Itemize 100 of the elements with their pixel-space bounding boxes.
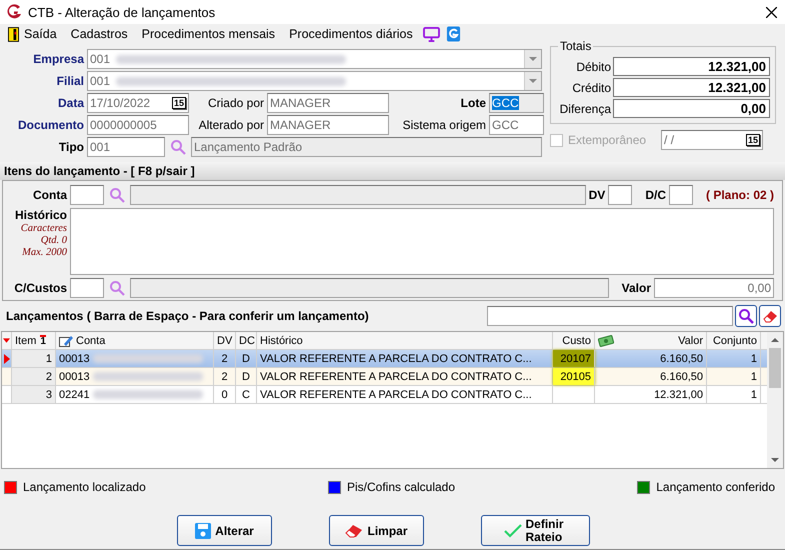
menu-item[interactable]: Procedimentos mensais (138, 27, 280, 41)
menu-item[interactable]: Procedimentos diários (285, 27, 417, 41)
input-field[interactable]: MANAGER (267, 93, 389, 113)
action-button[interactable]: Definir Rateio (481, 515, 590, 546)
table-cell: 6.160,50 (595, 368, 707, 385)
field-label: Data (56, 96, 84, 110)
value-field[interactable]: 0,00 (654, 278, 774, 298)
eraser-icon (762, 308, 778, 324)
input-field[interactable] (668, 185, 693, 205)
dropdown-arrow-icon (529, 79, 537, 83)
door-icon (8, 26, 19, 42)
field-label: Alterado por (198, 118, 264, 132)
table-cell: 02241 (59, 388, 90, 400)
field-label: C/Custos (13, 281, 67, 295)
char-count-text: Caracteres (20, 223, 67, 234)
field-label: Filial (56, 74, 84, 88)
table-cell: 1 (707, 368, 761, 385)
scroll-down-arrow-icon[interactable] (771, 458, 779, 462)
legend-label: Lançamento conferido (656, 480, 775, 494)
field-label: Lote (460, 96, 486, 110)
field-label: Débito (575, 60, 611, 74)
table-cell: 2 (12, 368, 56, 385)
app-logo-icon (6, 4, 22, 20)
char-count-text: Max. 2000 (22, 247, 67, 258)
field-label: Criado por (206, 96, 264, 110)
field-label: Tipo (58, 140, 84, 154)
input-field[interactable]: Lançamento Padrão (191, 137, 542, 157)
field-label: Histórico (14, 208, 67, 222)
field-label: Sistema origem (402, 118, 486, 132)
table-cell: 6.160,50 (595, 350, 707, 367)
input-field[interactable] (608, 185, 632, 205)
eraser-button[interactable] (759, 305, 781, 327)
table-cell: D (236, 368, 257, 385)
total-field: 12.321,00 (613, 78, 770, 97)
scrollbar[interactable] (767, 332, 783, 468)
table-cell: C (236, 386, 257, 403)
search-field[interactable] (487, 306, 733, 326)
sort-arrow-icon (3, 338, 10, 343)
scrollbar-thumb[interactable] (769, 348, 781, 388)
scroll-up-arrow-icon[interactable] (771, 338, 779, 342)
field-label: Crédito (571, 80, 611, 94)
table-cell: 20105 (553, 368, 595, 385)
table-cell: 1 (12, 350, 56, 367)
eraser-icon (345, 524, 364, 538)
section-header: Itens do lançamento - [ F8 p/sair ] (0, 162, 785, 180)
table-cell: 0 (214, 386, 236, 403)
search-button[interactable] (735, 305, 757, 327)
checkbox-label: Extemporâneo (568, 133, 646, 147)
field-label: Documento (17, 118, 84, 132)
table-cell: 12.321,00 (595, 386, 707, 403)
app-logo-icon[interactable] (446, 26, 461, 42)
char-count-text: Qtd. 0 (40, 235, 67, 246)
input-field[interactable]: GCC (489, 93, 544, 113)
chart-plan-label: ( Plano: 02 ) (706, 188, 774, 202)
menu-item[interactable]: Saída (4, 26, 61, 42)
table-cell: 1 (707, 386, 761, 403)
menu-item[interactable]: Cadastros (66, 27, 132, 41)
close-icon[interactable] (766, 6, 777, 18)
date-field[interactable]: 17/10/2022 15 (87, 93, 189, 113)
input-field[interactable]: 001 (87, 137, 165, 157)
field-label: D/C (645, 188, 666, 202)
dropdown-arrow-icon (529, 57, 537, 61)
input-field[interactable]: 0000000005 (87, 115, 189, 135)
legend-label: Pis/Cofins calculado (346, 480, 456, 494)
search-icon (738, 308, 754, 324)
input-field[interactable] (130, 185, 586, 205)
company-dropdown[interactable]: 001 (87, 49, 542, 69)
field-label: Diferença (558, 102, 611, 116)
column-header[interactable]: Conta (56, 332, 214, 349)
input-field[interactable] (70, 185, 104, 205)
input-field[interactable] (70, 278, 104, 298)
input-field[interactable] (130, 278, 609, 298)
table-cell: 2 (214, 368, 236, 385)
action-button[interactable]: Alterar (177, 515, 272, 546)
table-cell: 1 (707, 350, 761, 367)
table-cell: 00013 (59, 352, 90, 364)
action-button[interactable]: Limpar (329, 515, 424, 546)
legend-label: Lançamento localizado (23, 480, 146, 494)
pencil-icon (59, 334, 73, 346)
field-label: DV (588, 188, 606, 202)
branch-dropdown[interactable]: 001 (87, 71, 542, 91)
section-title: Lançamentos ( Barra de Espaço - Para conferir um lançamento) (6, 309, 370, 323)
input-field[interactable]: MANAGER (267, 115, 389, 135)
total-field: 12.321,00 (613, 57, 770, 76)
check-icon (504, 524, 522, 538)
field-label: Conta (32, 188, 67, 202)
window-title: CTB - Alteração de lançamentos (28, 4, 216, 20)
table-cell: 3 (12, 386, 56, 403)
money-icon (598, 334, 614, 346)
table-cell: 00013 (59, 370, 90, 382)
calendar-icon[interactable]: 15 (172, 97, 186, 109)
history-textarea[interactable] (70, 208, 774, 275)
column-header[interactable]: Valor (595, 332, 707, 349)
field-label: Empresa (32, 52, 84, 66)
monitor-icon[interactable] (422, 26, 440, 42)
input-field[interactable]: GCC (489, 115, 544, 135)
field-label: Valor (622, 281, 651, 295)
table-cell: 2 (214, 350, 236, 367)
table-cell: D (236, 350, 257, 367)
table-cell: VALOR REFERENTE A PARCELA DO CONTRATO C... (257, 386, 553, 403)
